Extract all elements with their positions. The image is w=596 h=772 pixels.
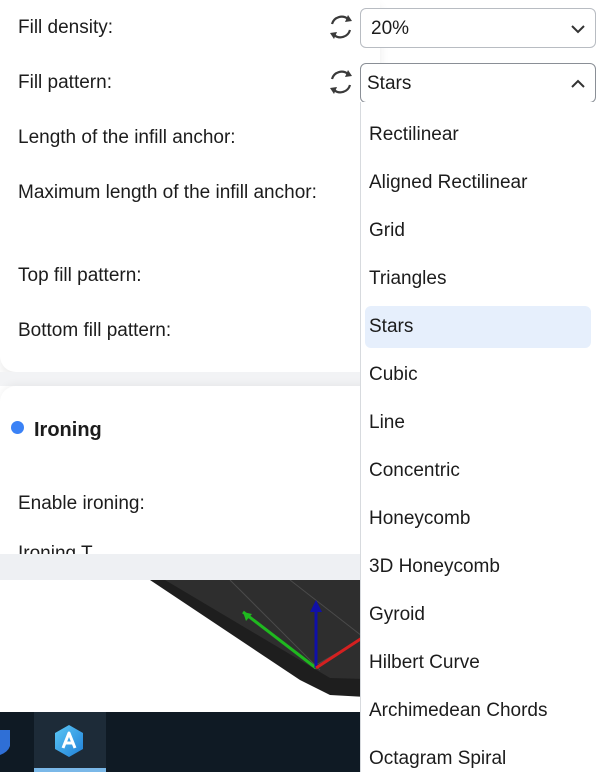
undo-circular-arrows-icon[interactable] — [326, 12, 356, 42]
section-separator — [0, 372, 380, 386]
dropdown-option[interactable]: Rectilinear — [365, 114, 591, 156]
dropdown-option-label: Archimedean Chords — [369, 700, 548, 721]
screen: Fill density: 20% Fill pattern: Stars Le… — [0, 0, 596, 772]
dropdown-option[interactable]: Stars — [365, 306, 591, 348]
panel-scroll-edge — [0, 554, 380, 580]
ironing-section-title: Ironing — [34, 419, 102, 441]
undo-circular-arrows-icon[interactable] — [326, 67, 356, 97]
top-fill-pattern-label: Top fill pattern: — [18, 265, 142, 286]
dropdown-option-label: Line — [369, 412, 405, 433]
dropdown-option-label: Triangles — [369, 268, 447, 289]
section-indicator-dot — [11, 421, 24, 434]
dropdown-option-label: Stars — [369, 316, 414, 337]
dropdown-option-label: Cubic — [369, 364, 418, 385]
bottom-fill-pattern-label: Bottom fill pattern: — [18, 320, 172, 341]
fill-pattern-dropdown-list[interactable]: Rectilinear Aligned Rectilinear Grid Triang… — [360, 102, 596, 772]
dropdown-option-label: Honeycomb — [369, 508, 471, 529]
dropdown-option[interactable]: Gyroid — [365, 594, 591, 636]
ironing-settings-panel — [0, 386, 380, 554]
shield-icon[interactable] — [0, 728, 10, 756]
dropdown-option-label: 3D Honeycomb — [369, 556, 500, 577]
dropdown-option[interactable]: Octagram Spiral — [365, 738, 591, 772]
fill-density-select[interactable]: 20% — [360, 8, 596, 48]
dropdown-option[interactable]: Concentric — [365, 450, 591, 492]
dropdown-option[interactable]: Aligned Rectilinear — [365, 162, 591, 204]
orca-slicer-app-icon[interactable] — [52, 724, 86, 758]
infill-anchor-max-label: Maximum length of the infill anchor: — [18, 182, 317, 203]
dropdown-option-label: Rectilinear — [369, 124, 459, 145]
dropdown-option[interactable]: Grid — [365, 210, 591, 252]
dropdown-option-label: Gyroid — [369, 604, 425, 625]
chevron-up-icon — [571, 79, 585, 88]
fill-density-label: Fill density: — [18, 17, 114, 38]
dropdown-option[interactable]: Triangles — [365, 258, 591, 300]
dropdown-option[interactable]: Line — [365, 402, 591, 444]
clipped-row: Ironing T... — [0, 540, 380, 554]
ironing-type-label: Ironing T... — [18, 543, 107, 554]
dropdown-option-label: Aligned Rectilinear — [369, 172, 528, 193]
chevron-down-icon — [571, 25, 585, 34]
dropdown-option-label: Grid — [369, 220, 405, 241]
dropdown-option[interactable]: Archimedean Chords — [365, 690, 591, 732]
fill-density-value: 20% — [371, 18, 410, 39]
dropdown-option[interactable]: Hilbert Curve — [365, 642, 591, 684]
dropdown-option-label: Octagram Spiral — [369, 748, 507, 769]
fill-pattern-select[interactable]: Stars — [360, 63, 596, 103]
fill-pattern-label: Fill pattern: — [18, 72, 112, 93]
enable-ironing-label: Enable ironing: — [18, 493, 145, 514]
dropdown-option[interactable]: Cubic — [365, 354, 591, 396]
fill-pattern-value: Stars — [367, 73, 412, 94]
dropdown-option[interactable]: 3D Honeycomb — [365, 546, 591, 588]
taskbar-active-indicator — [34, 768, 106, 772]
dropdown-option-label: Concentric — [369, 460, 460, 481]
infill-anchor-length-label: Length of the infill anchor: — [18, 127, 236, 148]
dropdown-option-label: Hilbert Curve — [369, 652, 480, 673]
dropdown-option[interactable]: Honeycomb — [365, 498, 591, 540]
